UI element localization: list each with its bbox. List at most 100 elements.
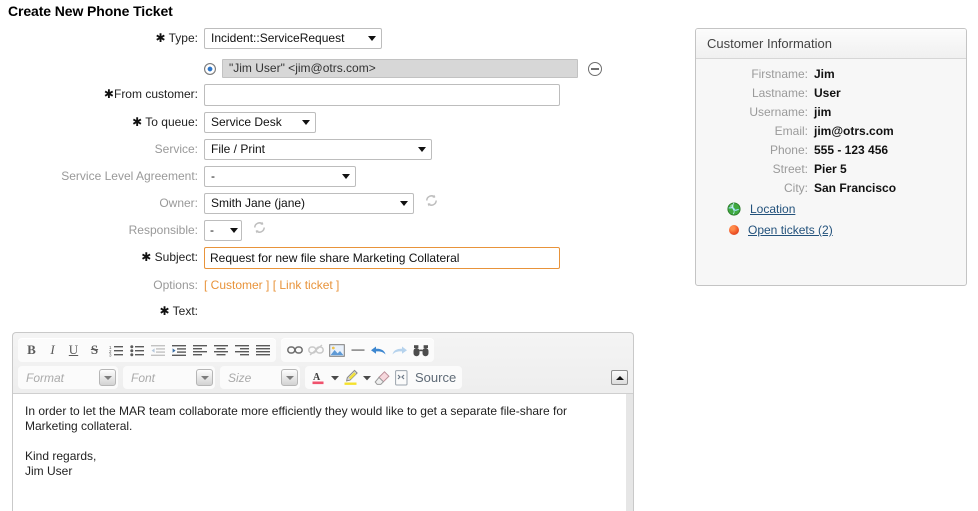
numbered-list-icon[interactable]: 123 [105, 340, 126, 360]
rich-text-editor: B I U S 123 [12, 332, 634, 511]
editor-toolbar-row-1: B I U S 123 [18, 338, 628, 362]
chevron-down-icon [302, 120, 310, 125]
customer-location-link[interactable]: Location [750, 202, 795, 216]
unlink-icon[interactable] [305, 340, 326, 360]
field-row-from-customer: ✱From customer: [0, 84, 660, 106]
customer-open-tickets-link[interactable]: Open tickets (2) [748, 223, 833, 237]
label-sla: Service Level Agreement: [0, 166, 204, 186]
field-row-type: ✱ Type: Incident::ServiceRequest [0, 28, 660, 49]
page-title: Create New Phone Ticket [8, 3, 173, 19]
customer-value-street: Pier 5 [814, 162, 847, 176]
editor-paragraph-1: In order to let the MAR team collaborate… [25, 404, 621, 434]
customer-row-lastname: Lastname: User [696, 86, 966, 100]
chevron-down-icon [196, 369, 213, 386]
source-button-label[interactable]: Source [415, 370, 456, 385]
label-to-queue: ✱ To queue: [0, 112, 204, 132]
customer-key-firstname: Firstname: [696, 67, 814, 81]
customer-chip[interactable]: "Jim User" <jim@otrs.com> [222, 59, 578, 78]
customer-row-username: Username: jim [696, 105, 966, 119]
label-from-customer: ✱From customer: [0, 84, 204, 104]
source-icon[interactable] [393, 368, 412, 388]
size-select[interactable]: Size [220, 366, 300, 389]
sla-select[interactable]: - [204, 166, 356, 187]
open-tickets-status-icon [729, 225, 739, 235]
required-asterisk: ✱ [132, 115, 142, 129]
italic-icon[interactable]: I [42, 340, 63, 360]
field-row-service: Service: File / Print [0, 139, 660, 160]
highlight-color-icon[interactable] [340, 368, 361, 388]
field-row-responsible: Responsible: - [0, 220, 660, 241]
customer-primary-radio[interactable] [204, 63, 216, 75]
customer-key-street: Street: [696, 162, 814, 176]
to-queue-select-value: Service Desk [211, 113, 282, 132]
decrease-indent-icon[interactable] [147, 340, 168, 360]
customer-key-city: City: [696, 181, 814, 195]
subject-input[interactable] [204, 247, 560, 269]
field-row-subject: ✱ Subject: [0, 247, 660, 269]
link-icon[interactable] [284, 340, 305, 360]
responsible-select[interactable]: - [204, 220, 242, 241]
label-service: Service: [0, 139, 204, 159]
customer-value-lastname: User [814, 86, 841, 100]
bold-icon[interactable]: B [21, 340, 42, 360]
required-asterisk: ✱ [104, 87, 114, 101]
service-select-value: File / Print [211, 140, 265, 159]
label-options: Options: [0, 275, 204, 295]
label-subject: ✱ Subject: [0, 247, 204, 267]
service-select[interactable]: File / Print [204, 139, 432, 160]
editor-toolbar-group-insert [281, 338, 434, 362]
customer-row-city: City: San Francisco [696, 181, 966, 195]
customer-information-body: Firstname: Jim Lastname: User Username: … [696, 59, 966, 237]
underline-icon[interactable]: U [63, 340, 84, 360]
format-select[interactable]: Format [18, 366, 118, 389]
align-left-icon[interactable] [189, 340, 210, 360]
collapse-toolbar-button[interactable] [611, 370, 628, 385]
editor-paragraph-3: Jim User [25, 464, 621, 479]
from-customer-input[interactable] [204, 84, 560, 106]
image-icon[interactable] [326, 340, 347, 360]
editor-scrollbar[interactable] [626, 394, 633, 511]
bulleted-list-icon[interactable] [126, 340, 147, 360]
redo-icon[interactable] [389, 340, 410, 360]
phone-ticket-page: Create New Phone Ticket ✱ Type: Incident… [0, 0, 978, 511]
remove-customer-icon[interactable] [588, 62, 602, 76]
customer-row-street: Street: Pier 5 [696, 162, 966, 176]
link-ticket-option-link[interactable]: [ Link ticket ] [273, 278, 340, 292]
customer-row-phone: Phone: 555 - 123 456 [696, 143, 966, 157]
editor-toolbar-row-2: Format Font Size A [18, 366, 628, 389]
refresh-owner-icon[interactable] [424, 193, 439, 208]
customer-information-widget: Customer Information Firstname: Jim Last… [695, 28, 967, 286]
label-text: ✱ Text: [0, 301, 204, 321]
undo-icon[interactable] [368, 340, 389, 360]
type-select[interactable]: Incident::ServiceRequest [204, 28, 382, 49]
label-type: ✱ Type: [0, 28, 204, 48]
editor-toolbar-group-color-source: A Source [305, 366, 462, 389]
increase-indent-icon[interactable] [168, 340, 189, 360]
highlight-color-dropdown-icon[interactable] [361, 368, 372, 388]
customer-open-tickets-row: Open tickets (2) [696, 223, 966, 237]
align-justify-icon[interactable] [252, 340, 273, 360]
to-queue-select[interactable]: Service Desk [204, 112, 316, 133]
text-color-dropdown-icon[interactable] [329, 368, 340, 388]
customer-value-phone: 555 - 123 456 [814, 143, 888, 157]
strikethrough-icon[interactable]: S [84, 340, 105, 360]
chevron-down-icon [99, 369, 116, 386]
refresh-responsible-icon[interactable] [252, 220, 267, 235]
find-icon[interactable] [410, 340, 431, 360]
chevron-down-icon [230, 228, 238, 233]
owner-select[interactable]: Smith Jane (jane) [204, 193, 414, 214]
size-select-value: Size [228, 371, 251, 385]
text-color-icon[interactable]: A [308, 368, 329, 388]
remove-format-icon[interactable] [372, 368, 393, 388]
customer-option-link[interactable]: [ Customer ] [204, 278, 269, 292]
svg-text:3: 3 [109, 352, 112, 356]
align-center-icon[interactable] [210, 340, 231, 360]
editor-content-area[interactable]: In order to let the MAR team collaborate… [13, 393, 633, 511]
align-right-icon[interactable] [231, 340, 252, 360]
horizontal-rule-icon[interactable] [347, 340, 368, 360]
font-select-value: Font [131, 371, 155, 385]
customer-value-firstname: Jim [814, 67, 835, 81]
font-select[interactable]: Font [123, 366, 215, 389]
chevron-down-icon [418, 147, 426, 152]
customer-key-username: Username: [696, 105, 814, 119]
